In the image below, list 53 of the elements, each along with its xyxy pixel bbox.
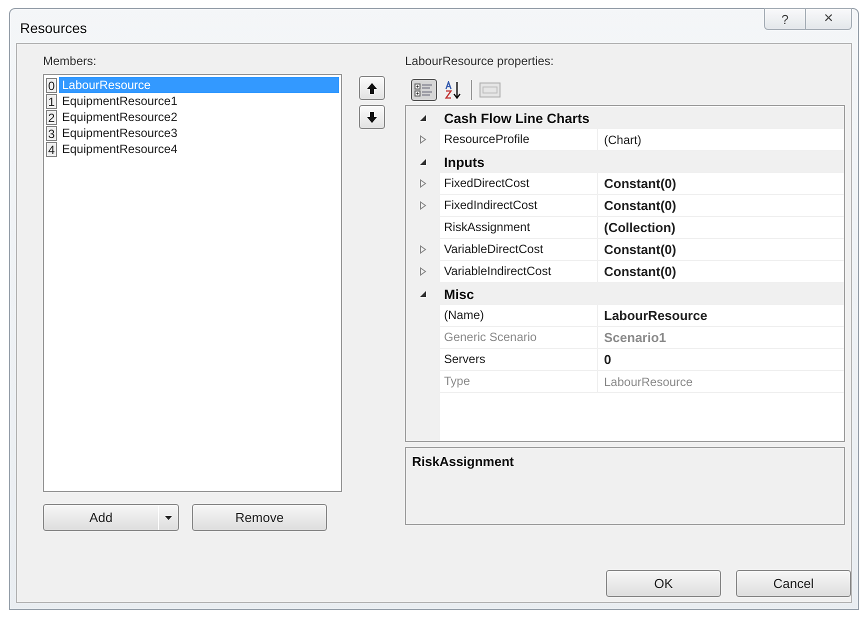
- property-value[interactable]: (Chart): [598, 132, 642, 146]
- property-value[interactable]: Constant(0): [598, 264, 676, 279]
- property-value[interactable]: LabourResource: [598, 308, 708, 323]
- help-button[interactable]: ?: [764, 8, 806, 30]
- add-button[interactable]: Add: [43, 504, 179, 531]
- property-pages-icon: [479, 82, 501, 98]
- expand-icon[interactable]: [419, 267, 427, 276]
- index-label: 0: [46, 78, 57, 92]
- dropdown-caret-icon: [165, 516, 172, 520]
- property-value[interactable]: Constant(0): [598, 176, 676, 191]
- member-item[interactable]: EquipmentResource1: [59, 93, 339, 109]
- window-title: Resources: [19, 20, 87, 36]
- member-item[interactable]: EquipmentResource3: [59, 125, 339, 141]
- categorized-icon: [414, 82, 434, 98]
- description-title: RiskAssignment: [412, 454, 514, 469]
- index-label: 3: [46, 126, 57, 140]
- cancel-button[interactable]: Cancel: [736, 570, 851, 597]
- property-name[interactable]: (Name): [440, 305, 598, 326]
- member-item[interactable]: EquipmentResource4: [59, 141, 339, 157]
- expand-icon[interactable]: [419, 201, 427, 210]
- category-header[interactable]: Misc: [440, 286, 474, 302]
- categorized-view-button[interactable]: [411, 79, 437, 101]
- index-label: 1: [46, 94, 57, 108]
- property-name[interactable]: VariableDirectCost: [440, 239, 598, 260]
- property-value[interactable]: Constant(0): [598, 242, 676, 257]
- index-label: 2: [46, 110, 57, 124]
- properties-label: LabourResource properties:: [405, 54, 555, 70]
- down-arrow-icon: [366, 110, 378, 124]
- collapse-icon[interactable]: [419, 290, 427, 298]
- close-button[interactable]: ×: [806, 8, 852, 30]
- property-name[interactable]: FixedDirectCost: [440, 173, 598, 194]
- move-up-button[interactable]: [359, 76, 385, 100]
- property-value[interactable]: 0: [598, 352, 612, 367]
- expand-icon[interactable]: [419, 135, 427, 144]
- index-label: 4: [46, 142, 57, 156]
- category-header[interactable]: Inputs: [440, 154, 484, 170]
- expand-icon[interactable]: [419, 245, 427, 254]
- remove-button[interactable]: Remove: [192, 504, 327, 531]
- move-down-button[interactable]: [359, 105, 385, 129]
- property-value[interactable]: Constant(0): [598, 198, 676, 213]
- collapse-icon[interactable]: [419, 158, 427, 166]
- property-name[interactable]: FixedIndirectCost: [440, 195, 598, 216]
- ok-button[interactable]: OK: [606, 570, 721, 597]
- property-name[interactable]: ResourceProfile: [440, 129, 598, 150]
- members-label: Members:: [43, 54, 98, 70]
- property-name[interactable]: RiskAssignment: [440, 217, 598, 238]
- up-arrow-icon: [366, 82, 378, 94]
- property-name[interactable]: VariableIndirectCost: [440, 261, 598, 282]
- collapse-icon[interactable]: [419, 114, 427, 122]
- member-item[interactable]: EquipmentResource2: [59, 109, 339, 125]
- expand-icon[interactable]: [419, 179, 427, 188]
- property-name[interactable]: Servers: [440, 349, 598, 370]
- property-value[interactable]: (Collection): [598, 220, 676, 235]
